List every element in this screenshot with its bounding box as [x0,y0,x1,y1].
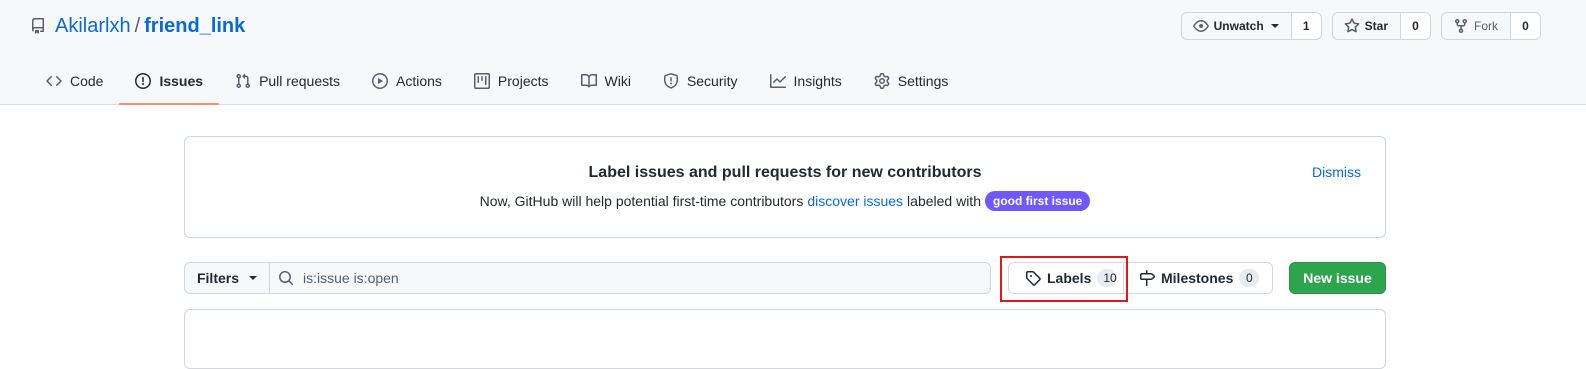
tab-settings[interactable]: Settings [858,58,965,104]
tab-label: Insights [793,73,842,89]
watch-button-group: Unwatch 1 [1180,12,1322,40]
issues-search [269,262,991,294]
fork-label: Fork [1474,19,1498,33]
tab-label: Wiki [604,73,631,89]
milestone-icon [1139,270,1155,286]
tab-label: Code [70,73,104,89]
tab-security[interactable]: Security [647,58,754,104]
tab-label: Projects [497,73,549,89]
chevron-down-icon [249,276,257,280]
fork-button[interactable]: Fork [1442,13,1510,39]
eye-icon [1192,18,1209,34]
milestones-label: Milestones [1161,270,1234,286]
labels-highlight-box [1000,256,1128,302]
issues-list-box [184,309,1386,369]
banner-text-before: Now, GitHub will help potential first-ti… [479,193,804,209]
star-icon [1344,18,1360,34]
discover-issues-link[interactable]: discover issues [807,193,903,209]
banner-title: Label issues and pull requests for new c… [588,164,982,181]
star-button-group: Star 0 [1331,12,1431,40]
repo-owner-link[interactable]: Akilarlxh [55,15,131,38]
repo-title: Akilarlxh / friend_link [30,12,245,40]
search-icon [278,270,294,286]
filters-button[interactable]: Filters [184,262,270,294]
tab-wiki[interactable]: Wiki [565,58,647,104]
tab-insights[interactable]: Insights [754,58,858,104]
gear-icon [874,73,890,89]
search-input[interactable] [303,270,953,286]
shield-icon [663,73,679,89]
watch-label: Unwatch [1213,19,1264,33]
tab-projects[interactable]: Projects [458,58,565,104]
repo-actions: Unwatch 1 Star 0 Fork 0 [1180,12,1541,40]
graph-icon [769,73,786,89]
play-icon [372,73,388,89]
issue-opened-icon [135,73,152,89]
milestones-button[interactable]: Milestones 0 [1124,263,1274,293]
code-icon [46,73,62,89]
tab-actions[interactable]: Actions [356,58,458,104]
new-issue-button[interactable]: New issue [1289,262,1386,294]
chevron-down-icon [1270,24,1279,28]
watch-count[interactable]: 1 [1290,13,1321,39]
repo-forked-icon [1453,18,1469,34]
star-count[interactable]: 0 [1400,13,1430,39]
repo-tabs: Code Issues Pull requests Actions Projec… [30,58,964,105]
tab-code[interactable]: Code [30,58,119,104]
tab-label: Security [686,73,738,89]
project-icon [473,73,490,89]
milestones-count: 0 [1239,269,1260,287]
fork-button-group: Fork 0 [1441,12,1541,40]
issues-filter-row: Filters Labels 10 Milestones 0 New issue [184,256,1386,302]
book-icon [580,73,597,89]
tab-label: Issues [159,73,204,89]
tab-label: Actions [396,73,442,89]
repo-icon [30,18,46,34]
repo-name-link[interactable]: friend_link [144,15,245,38]
dismiss-button[interactable]: Dismiss [1312,164,1361,180]
git-pull-request-icon [235,73,251,89]
banner-text: Now, GitHub will help potential first-ti… [185,191,1385,211]
fork-count[interactable]: 0 [1510,13,1540,39]
banner-text-after: labeled with [907,193,981,209]
watch-button[interactable]: Unwatch [1182,13,1291,39]
repo-header: Akilarlxh / friend_link Unwatch 1 Star 0 [0,0,1586,105]
filters-label: Filters [196,270,239,286]
tab-label: Settings [897,73,949,89]
star-button[interactable]: Star [1333,13,1400,39]
tab-label: Pull requests [259,73,340,89]
tab-pull-requests[interactable]: Pull requests [219,58,356,104]
first-contributors-banner: Label issues and pull requests for new c… [184,136,1386,238]
repo-separator: / [134,14,141,37]
star-label: Star [1364,19,1388,33]
tab-issues[interactable]: Issues [119,58,219,105]
good-first-issue-label[interactable]: good first issue [984,191,1091,211]
